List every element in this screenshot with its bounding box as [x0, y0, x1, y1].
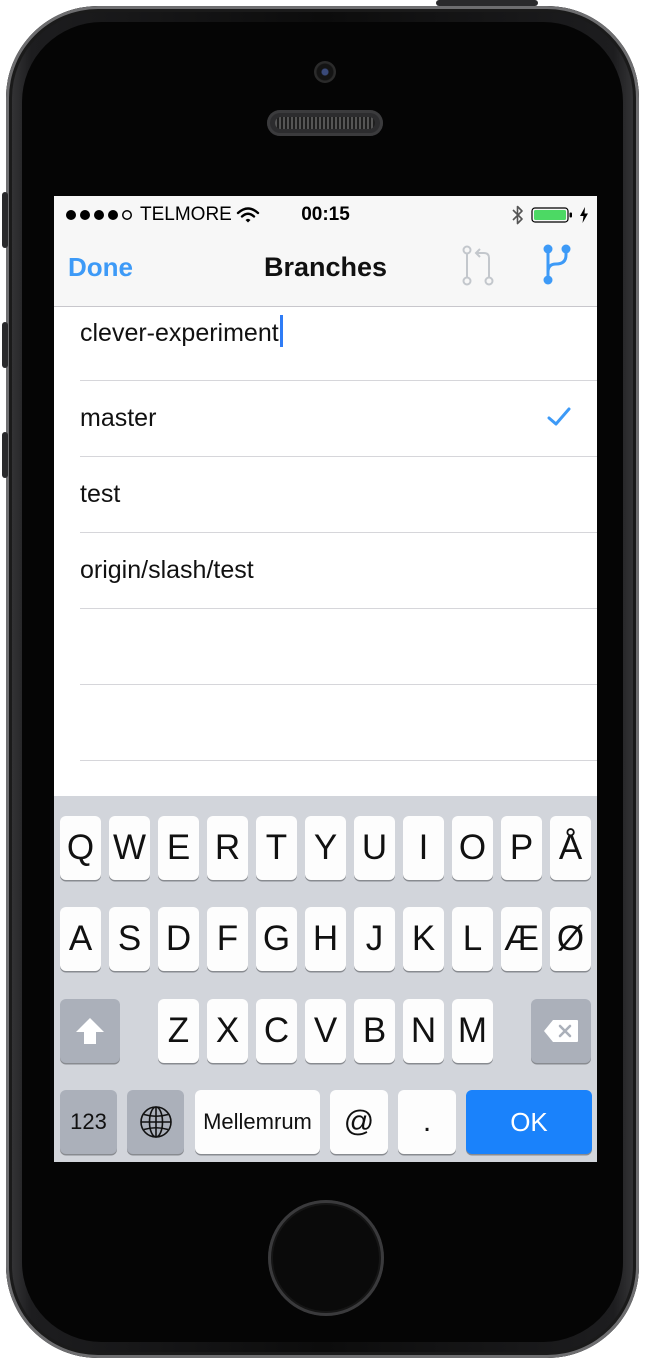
key-o[interactable]: O	[452, 816, 493, 880]
key-g[interactable]: G	[256, 907, 297, 971]
key-v[interactable]: V	[305, 999, 346, 1063]
at-key[interactable]: @	[330, 1090, 388, 1154]
key-d[interactable]: D	[158, 907, 199, 971]
key-b[interactable]: B	[354, 999, 395, 1063]
mute-switch	[2, 192, 8, 248]
key-m[interactable]: M	[452, 999, 493, 1063]
key-n[interactable]: N	[403, 999, 444, 1063]
navigation-bar: Done Branches	[54, 232, 597, 307]
done-button[interactable]: Done	[68, 252, 133, 283]
branch-icon[interactable]	[540, 242, 576, 288]
key-f[interactable]: F	[207, 907, 248, 971]
globe-icon	[139, 1106, 172, 1138]
space-key[interactable]: Mellemrum	[195, 1090, 320, 1154]
branch-row-test[interactable]: test	[54, 457, 597, 533]
branch-name: test	[80, 480, 121, 508]
row-divider	[80, 760, 597, 761]
page-title: Branches	[263, 252, 388, 282]
branch-name: origin/slash/test	[80, 556, 254, 584]
volume-up-button	[2, 322, 8, 368]
key-s[interactable]: S	[109, 907, 150, 971]
key-p[interactable]: P	[501, 816, 542, 880]
earpiece-speaker	[267, 110, 383, 136]
pull-request-icon[interactable]	[460, 244, 496, 288]
key-c[interactable]: C	[256, 999, 297, 1063]
key-q[interactable]: Q	[60, 816, 101, 880]
new-branch-input-row[interactable]: clever-experiment	[54, 307, 597, 381]
new-branch-input-text: clever-experiment	[80, 319, 279, 347]
key-k[interactable]: K	[403, 907, 444, 971]
key-ae[interactable]: Æ	[501, 907, 542, 971]
key-x[interactable]: X	[207, 999, 248, 1063]
screen: TELMORE 00:15 Done Branches clever-exper…	[54, 196, 597, 1162]
volume-down-button	[2, 432, 8, 478]
ok-return-key[interactable]: OK	[466, 1090, 592, 1154]
key-y[interactable]: Y	[305, 816, 346, 880]
text-caret	[279, 315, 283, 347]
checkmark-icon	[547, 407, 571, 426]
branch-row-master[interactable]: master	[54, 381, 597, 457]
key-u[interactable]: U	[354, 816, 395, 880]
key-l[interactable]: L	[452, 907, 493, 971]
shift-key[interactable]	[60, 999, 120, 1063]
bluetooth-icon	[512, 205, 523, 225]
key-a[interactable]: A	[60, 907, 101, 971]
on-screen-keyboard: Q W E R T Y U I O P Å A S D F G H J K L …	[54, 796, 597, 1162]
numbers-key[interactable]: 123	[60, 1090, 117, 1154]
key-t[interactable]: T	[256, 816, 297, 880]
globe-key[interactable]	[127, 1090, 184, 1154]
key-w[interactable]: W	[109, 816, 150, 880]
battery-icon	[531, 207, 572, 223]
branch-name: master	[80, 404, 157, 432]
key-j[interactable]: J	[354, 907, 395, 971]
key-h[interactable]: H	[305, 907, 346, 971]
new-branch-input[interactable]: clever-experiment	[80, 315, 283, 348]
status-right	[511, 204, 589, 226]
charging-icon	[580, 207, 588, 223]
backspace-key[interactable]	[531, 999, 591, 1063]
branch-list: clever-experiment master test origin/sla…	[54, 307, 597, 761]
shift-arrow-icon	[76, 1018, 104, 1044]
empty-row	[54, 685, 597, 761]
power-button	[436, 0, 538, 6]
home-button[interactable]	[268, 1200, 384, 1316]
status-bar: TELMORE 00:15	[54, 196, 597, 232]
period-key[interactable]: .	[398, 1090, 456, 1154]
key-a-ring[interactable]: Å	[550, 816, 591, 880]
key-r[interactable]: R	[207, 816, 248, 880]
backspace-icon	[544, 1020, 578, 1042]
key-e[interactable]: E	[158, 816, 199, 880]
key-z[interactable]: Z	[158, 999, 199, 1063]
key-i[interactable]: I	[403, 816, 444, 880]
empty-row	[54, 609, 597, 685]
branch-row-origin-slash-test[interactable]: origin/slash/test	[54, 533, 597, 609]
key-o-slash[interactable]: Ø	[550, 907, 591, 971]
front-camera	[314, 61, 336, 83]
